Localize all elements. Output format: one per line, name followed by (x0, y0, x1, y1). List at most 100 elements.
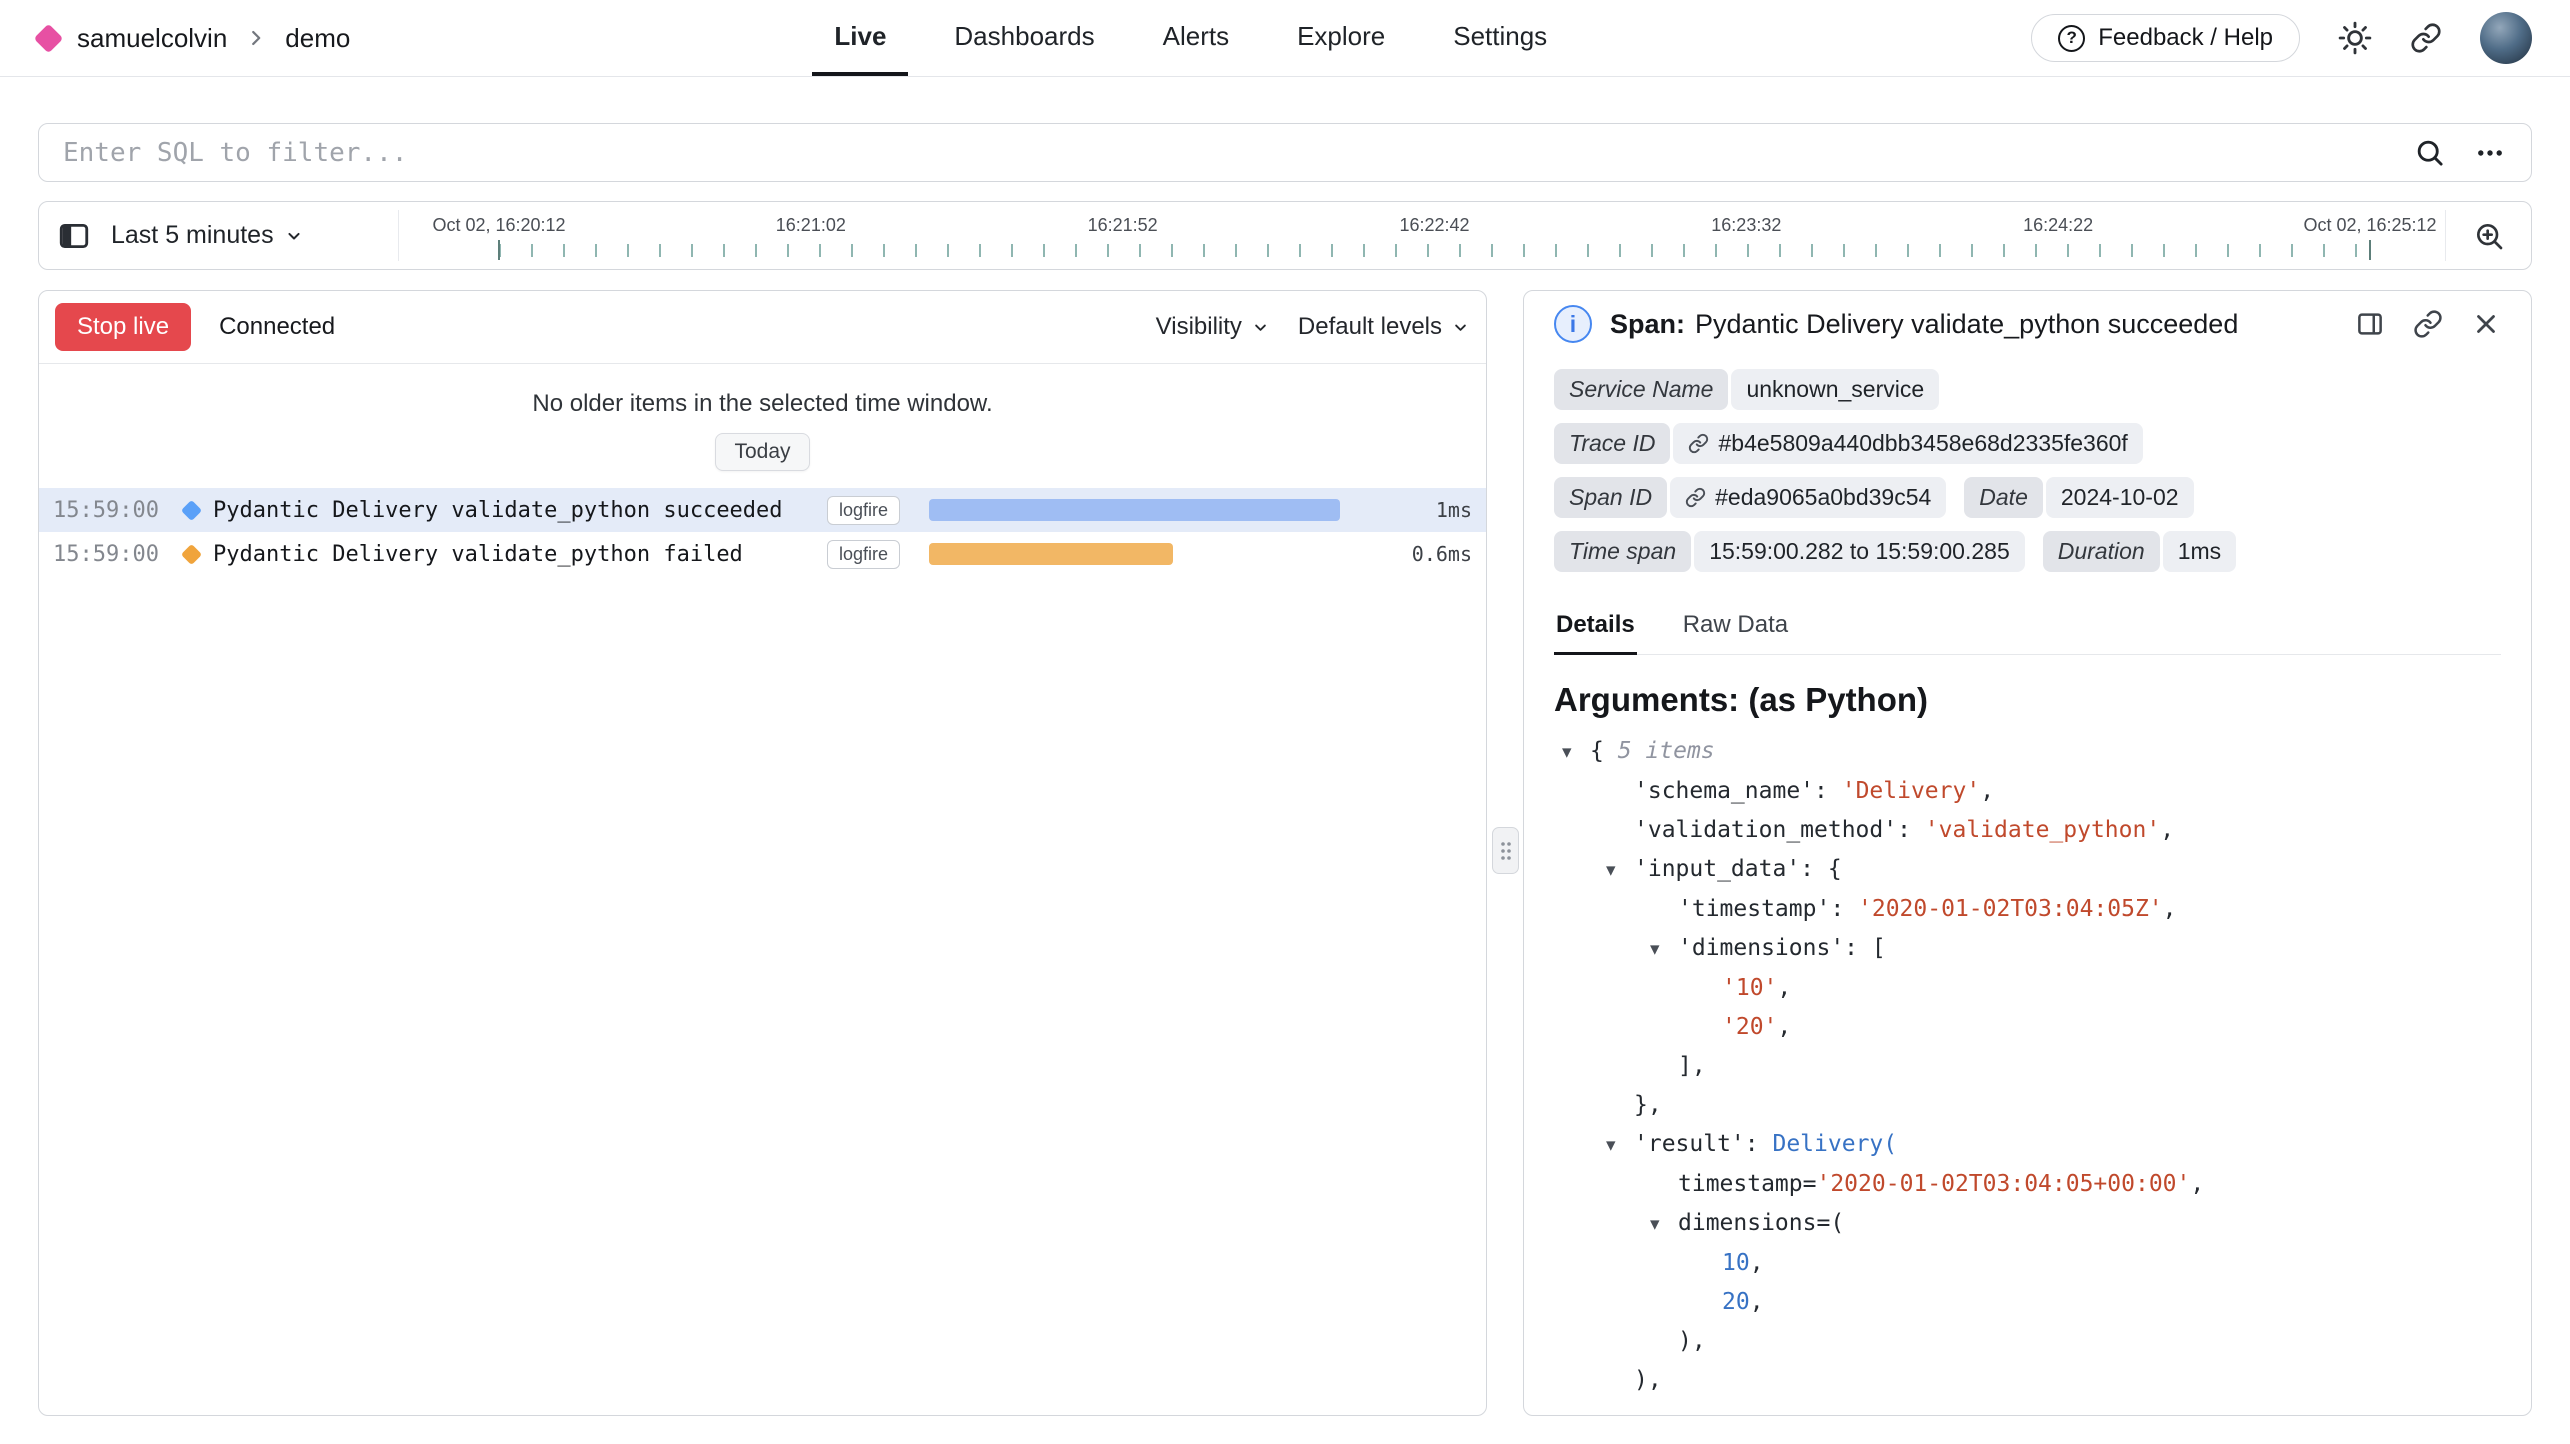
token-string: 'validate_python' (1925, 817, 2160, 843)
tree-line: ], (1554, 1047, 2501, 1086)
token-number: 20 (1722, 1289, 1750, 1315)
nav-tab-alerts[interactable]: Alerts (1141, 0, 1251, 76)
link-icon (1688, 433, 1709, 454)
span-detail-actions (2355, 309, 2501, 339)
log-message: Pydantic Delivery validate_python succee… (213, 498, 827, 523)
attr-value: unknown_service (1731, 369, 1939, 410)
token-plain: 'input_data': { (1634, 856, 1842, 882)
token-plain: 'timestamp': (1678, 896, 1858, 922)
tree-line: ▾{ 5 items (1554, 732, 2501, 772)
collapse-caret-icon[interactable]: ▾ (1606, 851, 1634, 890)
sidebar-toggle-icon[interactable] (57, 219, 91, 253)
attr-row: Span ID#eda9065a0bd39c54 Date2024-10-02 (1554, 477, 2501, 518)
tree-line: ▾'dimensions': [ (1554, 929, 2501, 969)
visibility-label: Visibility (1156, 313, 1242, 341)
time-range-controls: Last 5 minutes (39, 210, 399, 261)
tree-line: ▾'input_data': { (1554, 850, 2501, 890)
span-attributes: Service Nameunknown_service Trace ID#b4e5… (1554, 369, 2501, 585)
token-plain: , (1777, 975, 1791, 1001)
feedback-help-button[interactable]: ? Feedback / Help (2031, 14, 2300, 62)
nav-tab-live[interactable]: Live (812, 0, 908, 76)
tree-line: ), (1554, 1322, 2501, 1361)
nav-tab-dashboards[interactable]: Dashboards (932, 0, 1116, 76)
log-tag-chip[interactable]: logfire (827, 496, 900, 525)
timeline-zoom-button[interactable] (2445, 210, 2531, 261)
timeline-tick-label: 16:22:42 (1399, 215, 1469, 236)
tree-line: ), (1554, 1361, 2501, 1395)
attr-value[interactable]: #b4e5809a440dbb3458e68d2335fe360f (1673, 423, 2142, 464)
collapse-caret-icon[interactable]: ▾ (1606, 1126, 1634, 1165)
attr-label: Span ID (1554, 477, 1667, 518)
token-number: Delivery( (1772, 1131, 1897, 1157)
time-range-dropdown[interactable]: Last 5 minutes (111, 221, 304, 250)
logfire-logo-icon[interactable] (34, 23, 64, 53)
attr-value: 2024-10-02 (2046, 477, 2194, 518)
token-string: '20' (1722, 1014, 1777, 1040)
token-plain: 'dimensions': [ (1678, 935, 1886, 961)
token-plain: , (2160, 817, 2174, 843)
top-navbar: samuelcolvin demo Live Dashboards Alerts Ex… (0, 0, 2570, 77)
collapse-caret-icon[interactable]: ▾ (1650, 1205, 1678, 1244)
day-chip[interactable]: Today (715, 433, 809, 471)
tree-line: '20', (1554, 1008, 2501, 1047)
chevron-down-icon (284, 226, 304, 246)
duration-bar (929, 543, 1173, 565)
attr-row: Service Nameunknown_service (1554, 369, 2501, 410)
detail-tabs: Details Raw Data (1554, 605, 2501, 655)
token-plain: , (2163, 896, 2177, 922)
user-avatar[interactable] (2480, 12, 2532, 64)
token-plain: timestamp= (1678, 1171, 1816, 1197)
log-row[interactable]: 15:59:00Pydantic Delivery validate_pytho… (39, 532, 1486, 576)
side-panel-icon[interactable] (2355, 309, 2385, 339)
visibility-dropdown[interactable]: Visibility (1156, 313, 1270, 341)
attr-value[interactable]: #eda9065a0bd39c54 (1670, 477, 1946, 518)
nav-tab-explore[interactable]: Explore (1275, 0, 1407, 76)
log-row[interactable]: 15:59:00Pydantic Delivery validate_pytho… (39, 488, 1486, 532)
sql-filter-input[interactable] (63, 138, 2386, 168)
detail-tab-details[interactable]: Details (1554, 605, 1637, 655)
collapse-caret-icon[interactable]: ▾ (1562, 733, 1590, 772)
token-string: '2020-01-02T03:04:05+00:00' (1816, 1171, 2190, 1197)
theme-toggle-button[interactable] (2338, 21, 2372, 55)
timeline[interactable]: Oct 02, 16:20:1216:21:0216:21:5216:22:42… (399, 202, 2445, 269)
span-detail-panel: i Span:Pydantic Delivery validate_python… (1523, 290, 2532, 1416)
log-duration: 1ms (1398, 498, 1486, 522)
search-icon[interactable] (2414, 137, 2445, 168)
timeline-tick-label: Oct 02, 16:25:12 (2303, 215, 2436, 236)
live-view-body: No older items in the selected time wind… (39, 364, 1486, 1415)
log-duration: 0.6ms (1398, 542, 1486, 566)
copy-link-icon[interactable] (2413, 309, 2443, 339)
attr-duration: Duration1ms (2043, 531, 2236, 572)
close-icon[interactable] (2471, 309, 2501, 339)
token-plain: 'validation_method': (1634, 817, 1925, 843)
span-title: Span:Pydantic Delivery validate_python s… (1610, 309, 2238, 340)
token-number: 10 (1722, 1250, 1750, 1276)
timeline-tick-label: 16:23:32 (1711, 215, 1781, 236)
detail-tab-raw-data[interactable]: Raw Data (1681, 605, 1790, 655)
attr-value: 15:59:00.282 to 15:59:00.285 (1694, 531, 2025, 572)
stop-live-button[interactable]: Stop live (55, 303, 191, 351)
log-tag-chip[interactable]: logfire (827, 540, 900, 569)
span-title-prefix: Span: (1610, 309, 1685, 339)
timeline-tick-label: 16:24:22 (2023, 215, 2093, 236)
breadcrumb-project[interactable]: demo (285, 23, 350, 54)
default-levels-dropdown[interactable]: Default levels (1298, 313, 1470, 341)
tree-line: ▾dimensions=( (1554, 1204, 2501, 1244)
token-plain: , (1750, 1289, 1764, 1315)
attr-date: Date2024-10-02 (1964, 477, 2193, 518)
nav-tab-settings[interactable]: Settings (1431, 0, 1569, 76)
breadcrumb-org[interactable]: samuelcolvin (77, 23, 227, 54)
drag-dots-icon (1499, 840, 1513, 862)
link-icon (1685, 487, 1706, 508)
attr-label: Trace ID (1554, 423, 1670, 464)
collapse-caret-icon[interactable]: ▾ (1650, 930, 1678, 969)
breadcrumb: samuelcolvin demo (38, 0, 350, 76)
more-options-icon[interactable] (2473, 136, 2507, 170)
attr-time-span: Time span15:59:00.282 to 15:59:00.285 (1554, 531, 2025, 572)
token-plain: , (1777, 1014, 1791, 1040)
token-plain: ), (1678, 1328, 1706, 1354)
panel-resize-handle[interactable] (1492, 827, 1519, 874)
sql-filter-bar (38, 123, 2532, 182)
nav-tabs: Live Dashboards Alerts Explore Settings (350, 0, 2031, 76)
share-link-button[interactable] (2410, 22, 2442, 54)
